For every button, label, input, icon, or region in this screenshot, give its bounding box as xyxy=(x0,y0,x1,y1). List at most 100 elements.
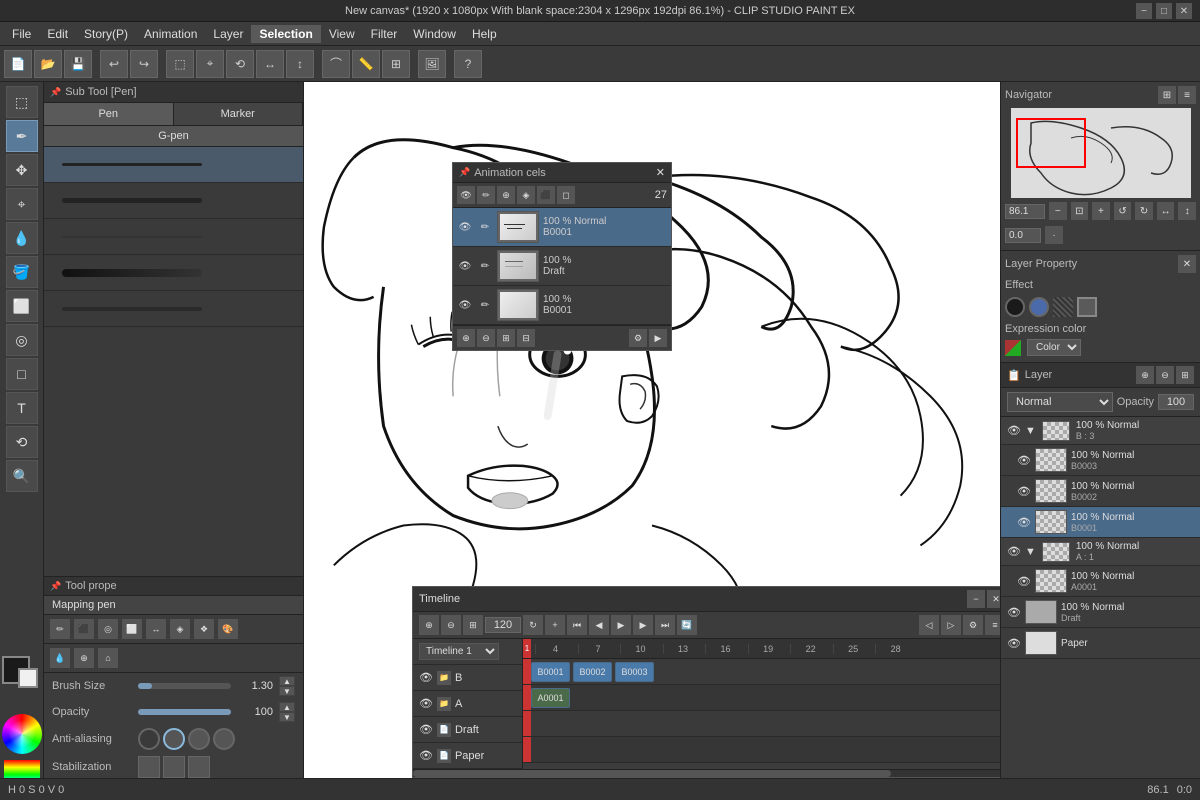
close-btn[interactable]: ✕ xyxy=(1176,3,1192,19)
brush-item-3[interactable] xyxy=(44,219,303,255)
b0001-eye[interactable]: 👁 xyxy=(1017,516,1031,529)
tl-eye-b[interactable]: 👁 xyxy=(419,671,433,684)
menu-selection[interactable]: Selection xyxy=(251,25,320,43)
opacity-slider[interactable] xyxy=(138,709,231,715)
tl-loop2[interactable]: 🔄 xyxy=(677,615,697,635)
tl-onion-prev[interactable]: ◁ xyxy=(919,615,939,635)
cel-lock-3[interactable]: ✏ xyxy=(477,297,493,313)
tl-folder-a[interactable]: 📁 xyxy=(437,697,451,711)
brush-size-stepper[interactable]: ▲▼ xyxy=(279,676,295,696)
anim-new-cel[interactable]: ⊕ xyxy=(457,329,475,347)
prop-icon-7[interactable]: ❖ xyxy=(194,619,214,639)
transform-btn[interactable]: ⟲ xyxy=(226,50,254,78)
layer-group-b[interactable]: 👁 ▼ 100 % Normal B : 3 xyxy=(1001,417,1200,445)
cel-eye-1[interactable]: 👁 xyxy=(457,219,473,235)
ruler-btn[interactable]: 📏 xyxy=(352,50,380,78)
prop-icon-3[interactable]: ◎ xyxy=(98,619,118,639)
layer-draft[interactable]: 👁 100 % Normal Draft xyxy=(1001,597,1200,628)
undo-btn[interactable]: ↩ xyxy=(100,50,128,78)
menu-animation[interactable]: Animation xyxy=(136,25,205,43)
tl-step-fwd[interactable]: ▶ xyxy=(633,615,653,635)
anim-icon-1[interactable]: 👁 xyxy=(457,186,475,204)
anim-cels-close-icon[interactable]: ✕ xyxy=(656,166,665,179)
tl-cel-a0001[interactable]: A0001 xyxy=(531,688,570,708)
menu-view[interactable]: View xyxy=(321,25,363,43)
curve-btn[interactable]: ⌒ xyxy=(322,50,350,78)
group-a-eye[interactable]: 👁 xyxy=(1007,545,1021,558)
aa-btn-high[interactable] xyxy=(213,728,235,750)
stab-btn-2[interactable] xyxy=(163,756,185,778)
stab-btn-1[interactable] xyxy=(138,756,160,778)
tl-step-back[interactable]: ◀ xyxy=(589,615,609,635)
tl-play[interactable]: ▶ xyxy=(611,615,631,635)
tl-scrollbar[interactable] xyxy=(413,769,1000,777)
tool-selection[interactable]: ⬚ xyxy=(6,86,38,118)
layer-b0002[interactable]: 👁 100 % Normal B0002 xyxy=(1001,476,1200,507)
tl-loop[interactable]: ↻ xyxy=(523,615,543,635)
stab-btn-3[interactable] xyxy=(188,756,210,778)
nav-rotate-cw[interactable]: ↻ xyxy=(1135,202,1153,220)
tl-frame-input[interactable] xyxy=(485,617,521,633)
tool-move[interactable]: ✥ xyxy=(6,154,38,186)
nav-preview[interactable] xyxy=(1011,108,1191,198)
cel-lock-2[interactable]: ✏ xyxy=(477,258,493,274)
nav-zoom-out[interactable]: − xyxy=(1049,202,1067,220)
maximize-btn[interactable]: □ xyxy=(1156,3,1172,19)
lp-close-icon[interactable]: ✕ xyxy=(1178,255,1196,273)
menu-story[interactable]: Story(P) xyxy=(76,25,136,43)
tl-cel-b0003[interactable]: B0003 xyxy=(615,662,654,682)
anim-icon-3[interactable]: ⊕ xyxy=(497,186,515,204)
nav-coord-input[interactable] xyxy=(1005,228,1041,243)
marker-tab[interactable]: Marker xyxy=(174,103,304,125)
cel-item-3[interactable]: 👁 ✏ 100 % B0001 xyxy=(453,286,671,325)
nav-fit[interactable]: ⊡ xyxy=(1071,202,1089,220)
draft-eye[interactable]: 👁 xyxy=(1007,606,1021,619)
cel-eye-2[interactable]: 👁 xyxy=(457,258,473,274)
brush-size-slider[interactable] xyxy=(138,683,231,689)
tl-eye-a[interactable]: 👁 xyxy=(419,697,433,710)
tl-copy[interactable]: ⊞ xyxy=(463,615,483,635)
tl-skip-last[interactable]: ⏭ xyxy=(655,615,675,635)
pen-tab[interactable]: Pen xyxy=(44,103,174,125)
cel-lock-1[interactable]: ✏ xyxy=(477,219,493,235)
effect-square[interactable] xyxy=(1077,297,1097,317)
redo-btn[interactable]: ↪ xyxy=(130,50,158,78)
tl-scrollbar-thumb[interactable] xyxy=(413,770,891,777)
layer-del[interactable]: ⊖ xyxy=(1156,366,1174,384)
layer-b0001[interactable]: 👁 100 % Normal B0001 xyxy=(1001,507,1200,538)
tool-lasso[interactable]: ⌖ xyxy=(6,188,38,220)
tool-transform[interactable]: ⟲ xyxy=(6,426,38,458)
layer-opacity-input[interactable] xyxy=(1158,394,1194,410)
tool-blur[interactable]: ◎ xyxy=(6,324,38,356)
tl-delete[interactable]: ⊖ xyxy=(441,615,461,635)
tool-eraser[interactable]: ⬜ xyxy=(6,290,38,322)
save-btn[interactable]: 💾 xyxy=(64,50,92,78)
minimize-btn[interactable]: − xyxy=(1136,3,1152,19)
layer-a0001[interactable]: 👁 100 % Normal A0001 xyxy=(1001,566,1200,597)
prop-icon-4[interactable]: ⬜ xyxy=(122,619,142,639)
color-select[interactable]: Color xyxy=(1027,339,1081,356)
nav-icon-2[interactable]: ≡ xyxy=(1178,86,1196,104)
nav-zoom-in[interactable]: + xyxy=(1092,202,1110,220)
tool-zoom[interactable]: 🔍 xyxy=(6,460,38,492)
nav-rotate-ccw[interactable]: ↺ xyxy=(1114,202,1132,220)
tool-text[interactable]: T xyxy=(6,392,38,424)
anim-icon-5[interactable]: ⬛ xyxy=(537,186,555,204)
effect-circle-blue[interactable] xyxy=(1029,297,1049,317)
a0001-eye[interactable]: 👁 xyxy=(1017,575,1031,588)
paper-eye[interactable]: 👁 xyxy=(1007,637,1021,650)
guide-btn[interactable]: ⊞ xyxy=(382,50,410,78)
tl-folder-b[interactable]: 📁 xyxy=(437,671,451,685)
tool-pen[interactable]: ✒ xyxy=(6,120,38,152)
brush-item-2[interactable] xyxy=(44,183,303,219)
tool-fill[interactable]: 🪣 xyxy=(6,256,38,288)
prop-icon-9[interactable]: 💧 xyxy=(50,648,70,668)
cel-eye-3[interactable]: 👁 xyxy=(457,297,473,313)
lasso-btn[interactable]: ⌖ xyxy=(196,50,224,78)
brush-item-gpen[interactable] xyxy=(44,147,303,183)
anim-del-cel[interactable]: ⊖ xyxy=(477,329,495,347)
menu-help[interactable]: Help xyxy=(464,25,505,43)
brush-item-5[interactable] xyxy=(44,291,303,327)
tl-onion-next[interactable]: ▷ xyxy=(941,615,961,635)
aa-btn-low[interactable] xyxy=(163,728,185,750)
